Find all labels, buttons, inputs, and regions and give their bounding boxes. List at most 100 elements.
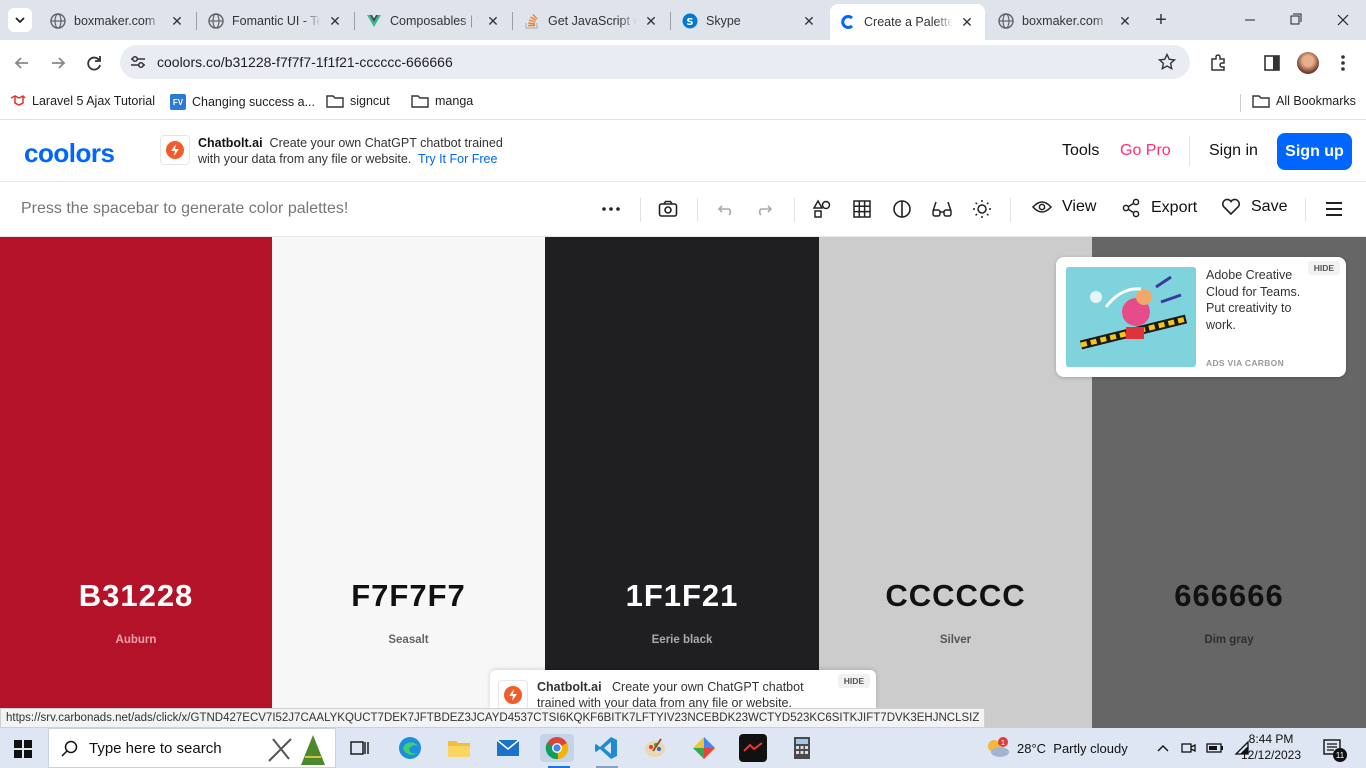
save-label: Save xyxy=(1251,198,1288,215)
coolors-logo[interactable]: coolors xyxy=(24,138,115,169)
palette-toolbar: Press the spacebar to generate color pal… xyxy=(0,182,1366,237)
battery-icon[interactable] xyxy=(1206,741,1224,755)
tab-2[interactable]: Fomantic UI - Te ✕ xyxy=(198,6,353,36)
forward-icon[interactable] xyxy=(48,54,68,72)
coolors-icon xyxy=(840,14,856,30)
bookmark-signcut[interactable]: signcut xyxy=(326,94,390,108)
folder-icon xyxy=(326,95,344,108)
sign-up-button[interactable]: Sign up xyxy=(1277,133,1352,170)
edge-icon[interactable] xyxy=(396,734,424,762)
minimize-icon xyxy=(1245,19,1255,21)
new-tab-button[interactable]: + xyxy=(1150,9,1172,31)
save-button[interactable]: Save xyxy=(1221,198,1287,216)
paint-icon[interactable] xyxy=(641,734,669,762)
adjust-shapes-icon[interactable] xyxy=(811,198,833,220)
restore-button[interactable] xyxy=(1284,10,1308,30)
clock-date: 12/12/2023 xyxy=(1240,748,1302,762)
meet-icon[interactable] xyxy=(1180,740,1196,756)
bookmark-laravel[interactable]: Laravel 5 Ajax Tutorial xyxy=(10,94,155,108)
calculator-icon[interactable] xyxy=(788,734,816,762)
weather-text: 28°C Partly cloudy xyxy=(1017,740,1128,756)
brightness-icon[interactable] xyxy=(971,198,993,220)
color-column[interactable]: F7F7F7 Seasalt xyxy=(272,237,545,728)
export-button[interactable]: Export xyxy=(1121,198,1197,218)
tab-1[interactable]: boxmaker.com ✕ xyxy=(40,6,195,36)
address-bar[interactable]: coolors.co/b31228-f7f7f7-1f1f21-cccccc-6… xyxy=(120,45,1190,79)
color-column[interactable]: 1F1F21 Eerie black xyxy=(545,237,819,728)
color-column[interactable]: B31228 Auburn xyxy=(0,237,272,728)
bottom-ad[interactable]: Chatbolt.ai Create your own ChatGPT chat… xyxy=(490,670,876,710)
chevron-up-icon[interactable] xyxy=(1156,743,1170,753)
git-diamond-icon[interactable] xyxy=(690,734,718,762)
back-icon[interactable] xyxy=(12,54,32,72)
more-options-icon[interactable] xyxy=(600,198,622,220)
close-window-button[interactable] xyxy=(1331,10,1355,30)
color-hex-code[interactable]: 666666 xyxy=(1092,578,1366,614)
reload-icon[interactable] xyxy=(84,53,104,73)
color-hex-code[interactable]: F7F7F7 xyxy=(272,578,545,614)
hide-bottom-ad-button[interactable]: HIDE xyxy=(837,674,870,688)
contrast-icon[interactable] xyxy=(891,198,913,220)
taskbar-search[interactable]: Type here to search xyxy=(48,728,336,768)
windows-start-button[interactable] xyxy=(14,740,32,763)
color-hex-code[interactable]: 1F1F21 xyxy=(545,578,819,614)
tab-search-button[interactable] xyxy=(8,8,32,32)
spacebar-hint: Press the spacebar to generate color pal… xyxy=(21,200,349,217)
close-tab-icon[interactable]: ✕ xyxy=(327,13,343,30)
close-tab-icon[interactable]: ✕ xyxy=(959,14,975,31)
bookmark-changing-success[interactable]: FV Changing success a... xyxy=(170,94,315,110)
color-column[interactable]: CCCCCC Silver xyxy=(819,237,1092,728)
camera-icon[interactable] xyxy=(657,198,679,220)
tab-7[interactable]: boxmaker.com ✕ xyxy=(988,6,1143,36)
file-explorer-icon[interactable] xyxy=(445,734,473,762)
tab-4[interactable]: Get JavaScript o ✕ xyxy=(514,6,669,36)
clock[interactable]: 8:44 PM 12/12/2023 xyxy=(1236,731,1306,763)
undo-icon[interactable] xyxy=(714,198,736,220)
header-ad[interactable]: Chatbolt.ai Create your own ChatGPT chat… xyxy=(198,135,503,167)
tab-separator xyxy=(354,12,355,30)
site-settings-icon[interactable] xyxy=(130,55,146,69)
sign-in-link[interactable]: Sign in xyxy=(1209,142,1258,160)
carbon-ad[interactable]: Adobe Creative Cloud for Teams. Put crea… xyxy=(1056,257,1346,377)
go-pro-link[interactable]: Go Pro xyxy=(1120,142,1171,160)
profile-avatar[interactable] xyxy=(1297,52,1319,74)
close-tab-icon[interactable]: ✕ xyxy=(169,13,185,30)
close-tab-icon[interactable]: ✕ xyxy=(801,13,817,30)
app-dark-icon[interactable] xyxy=(739,734,767,762)
hide-ad-button[interactable]: HIDE xyxy=(1307,261,1340,275)
weather-widget[interactable]: 1 28°C Partly cloudy xyxy=(985,728,1128,768)
status-bar-url: https://srv.carbonads.net/ads/click/x/GT… xyxy=(0,708,986,728)
color-blindness-icon[interactable] xyxy=(931,198,953,220)
tab-3[interactable]: Composables | V ✕ xyxy=(356,6,511,36)
bookmark-star-icon[interactable] xyxy=(1158,53,1176,71)
grid-view-icon[interactable] xyxy=(851,198,873,220)
color-hex-code[interactable]: CCCCCC xyxy=(819,578,1092,614)
tools-link[interactable]: Tools xyxy=(1062,142,1099,160)
color-hex-code[interactable]: B31228 xyxy=(0,578,272,614)
toolbar-divider xyxy=(697,198,698,222)
all-bookmarks-button[interactable]: All Bookmarks xyxy=(1252,94,1356,108)
notification-center-button[interactable]: 11 xyxy=(1322,738,1347,765)
toolbar-divider xyxy=(640,198,641,222)
ad-text-line2: with your data from any file or website. xyxy=(198,152,412,166)
mail-icon[interactable] xyxy=(494,734,522,762)
extensions-icon[interactable] xyxy=(1209,53,1229,73)
side-panel-icon[interactable] xyxy=(1263,54,1281,72)
close-tab-icon[interactable]: ✕ xyxy=(485,13,501,30)
close-tab-icon[interactable]: ✕ xyxy=(1117,13,1133,30)
more-menu-icon[interactable] xyxy=(1336,53,1350,73)
ad-cta-link[interactable]: Try It For Free xyxy=(418,152,497,166)
close-tab-icon[interactable]: ✕ xyxy=(643,13,659,30)
redo-icon[interactable] xyxy=(754,198,776,220)
stackoverflow-icon xyxy=(524,13,540,29)
hamburger-menu-icon[interactable] xyxy=(1323,198,1345,220)
vscode-icon[interactable] xyxy=(592,734,620,762)
tab-5[interactable]: S Skype ✕ xyxy=(672,6,827,36)
minimize-button[interactable] xyxy=(1238,10,1262,30)
task-view-icon[interactable] xyxy=(346,734,374,762)
chrome-icon[interactable] xyxy=(540,734,574,762)
bookmark-manga[interactable]: manga xyxy=(411,94,473,108)
tab-6[interactable]: Create a Palette ✕ xyxy=(830,4,985,40)
ads-via-carbon[interactable]: ADS VIA CARBON xyxy=(1206,358,1284,368)
view-button[interactable]: View xyxy=(1032,198,1096,216)
